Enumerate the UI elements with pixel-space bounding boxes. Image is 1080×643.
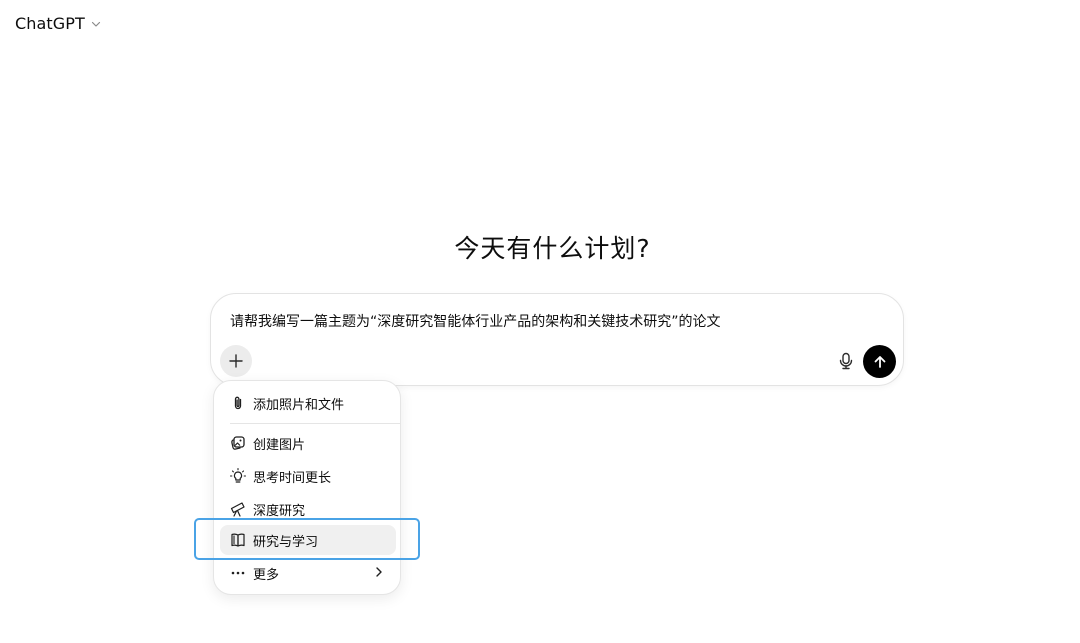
chevron-right-icon	[372, 565, 386, 579]
chatgpt-home-page: ChatGPT 今天有什么计划? 请帮我编写一篇主题为“深度研究智能体行业产品的…	[0, 0, 1080, 643]
prompt-input[interactable]: 请帮我编写一篇主题为“深度研究智能体行业产品的架构和关键技术研究”的论文	[230, 311, 721, 331]
image-icon	[229, 434, 247, 452]
model-name: ChatGPT	[15, 14, 85, 33]
menu-item-label: 添加照片和文件	[253, 397, 345, 413]
menu-item-label: 更多	[253, 567, 280, 583]
menu-item-more[interactable]: 更多	[220, 558, 396, 588]
lightbulb-icon	[229, 467, 247, 485]
book-open-icon	[229, 531, 247, 549]
menu-item-create-image[interactable]: 创建图片	[220, 428, 396, 458]
menu-item-add-photos-files[interactable]: 添加照片和文件	[220, 388, 396, 418]
telescope-icon	[229, 500, 247, 518]
menu-item-label: 研究与学习	[253, 534, 319, 550]
paperclip-icon	[229, 394, 247, 412]
attachment-menu: 添加照片和文件 创建图片 思考时间更长 深度研究 研究与学习 更多	[213, 380, 401, 595]
menu-item-study-and-learn[interactable]: 研究与学习	[220, 525, 396, 555]
chevron-down-icon	[91, 19, 101, 29]
plus-icon	[228, 353, 244, 369]
model-selector[interactable]: ChatGPT	[15, 12, 101, 35]
more-dots-icon	[229, 564, 247, 582]
voice-input-button[interactable]	[831, 346, 861, 376]
menu-item-label: 创建图片	[253, 437, 306, 453]
menu-item-deep-research[interactable]: 深度研究	[220, 494, 396, 524]
menu-item-label: 思考时间更长	[253, 470, 332, 486]
microphone-icon	[838, 352, 854, 370]
add-attachment-button[interactable]	[220, 345, 252, 377]
prompt-composer[interactable]: 请帮我编写一篇主题为“深度研究智能体行业产品的架构和关键技术研究”的论文	[210, 293, 904, 386]
page-title: 今天有什么计划?	[454, 234, 651, 263]
menu-item-label: 深度研究	[253, 503, 306, 519]
menu-divider	[230, 423, 400, 424]
arrow-up-icon	[872, 354, 888, 370]
send-button[interactable]	[863, 345, 896, 378]
menu-item-think-longer[interactable]: 思考时间更长	[220, 461, 396, 491]
